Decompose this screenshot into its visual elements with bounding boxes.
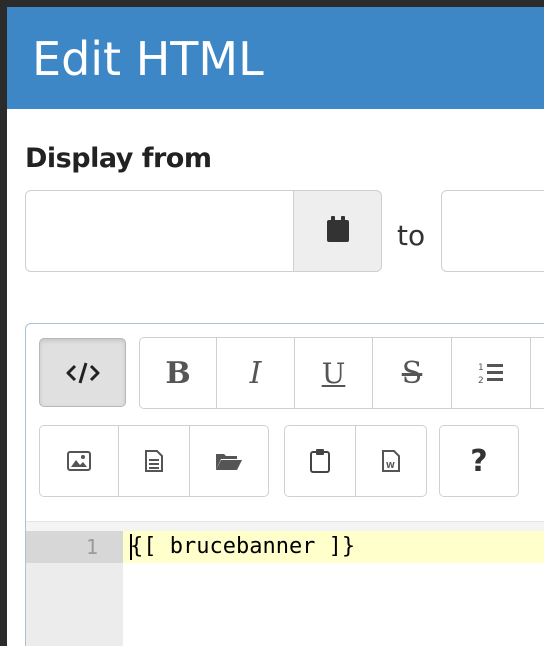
paste-word-button[interactable]: W xyxy=(355,425,427,497)
ordered-list-icon: 1 2 xyxy=(478,361,504,385)
italic-button[interactable]: I xyxy=(216,337,295,409)
toolbar-overflow-button[interactable] xyxy=(530,337,544,409)
underline-button[interactable]: U xyxy=(294,337,373,409)
to-label: to xyxy=(397,219,426,252)
dialog-header: Edit HTML xyxy=(7,7,544,109)
edit-html-dialog: Edit HTML Display from to B I U S 1 2 W … xyxy=(7,7,544,646)
dialog-title: Edit HTML xyxy=(32,32,264,86)
italic-label: I xyxy=(249,355,262,391)
clipboard-icon xyxy=(310,449,330,473)
svg-text:W: W xyxy=(386,461,395,470)
html-editor: B I U S 1 2 W ? 1 {[brucebanner]} xyxy=(25,323,544,646)
display-to-input[interactable] xyxy=(441,190,544,272)
svg-text:1: 1 xyxy=(478,363,484,373)
bold-button[interactable]: B xyxy=(139,337,217,409)
code-icon xyxy=(66,362,100,384)
editor-top-strip xyxy=(26,521,544,531)
display-from-label: Display from xyxy=(25,143,212,174)
folder-open-icon xyxy=(215,451,243,471)
calendar-icon xyxy=(326,215,349,247)
text-cursor xyxy=(130,534,132,560)
display-from-input[interactable] xyxy=(25,190,295,272)
help-icon: ? xyxy=(470,443,488,479)
insert-file-button[interactable] xyxy=(118,425,190,497)
underline-label: U xyxy=(321,356,346,390)
calendar-button[interactable] xyxy=(293,190,382,272)
open-file-button[interactable] xyxy=(189,425,269,497)
document-icon xyxy=(145,450,163,472)
help-button[interactable]: ? xyxy=(439,425,519,497)
strikethrough-label: S xyxy=(401,355,423,391)
svg-text:2: 2 xyxy=(478,376,484,385)
strikethrough-button[interactable]: S xyxy=(372,337,452,409)
word-file-icon: W xyxy=(382,450,400,472)
paste-button[interactable] xyxy=(284,425,356,497)
line-number: 1 xyxy=(85,535,98,559)
image-icon xyxy=(67,451,91,471)
insert-image-button[interactable] xyxy=(39,425,119,497)
bold-label: B xyxy=(165,355,191,391)
code-view-button[interactable] xyxy=(39,338,126,407)
ordered-list-button[interactable]: 1 2 xyxy=(451,337,531,409)
code-line[interactable]: {[ brucebanner ]} xyxy=(130,531,355,563)
